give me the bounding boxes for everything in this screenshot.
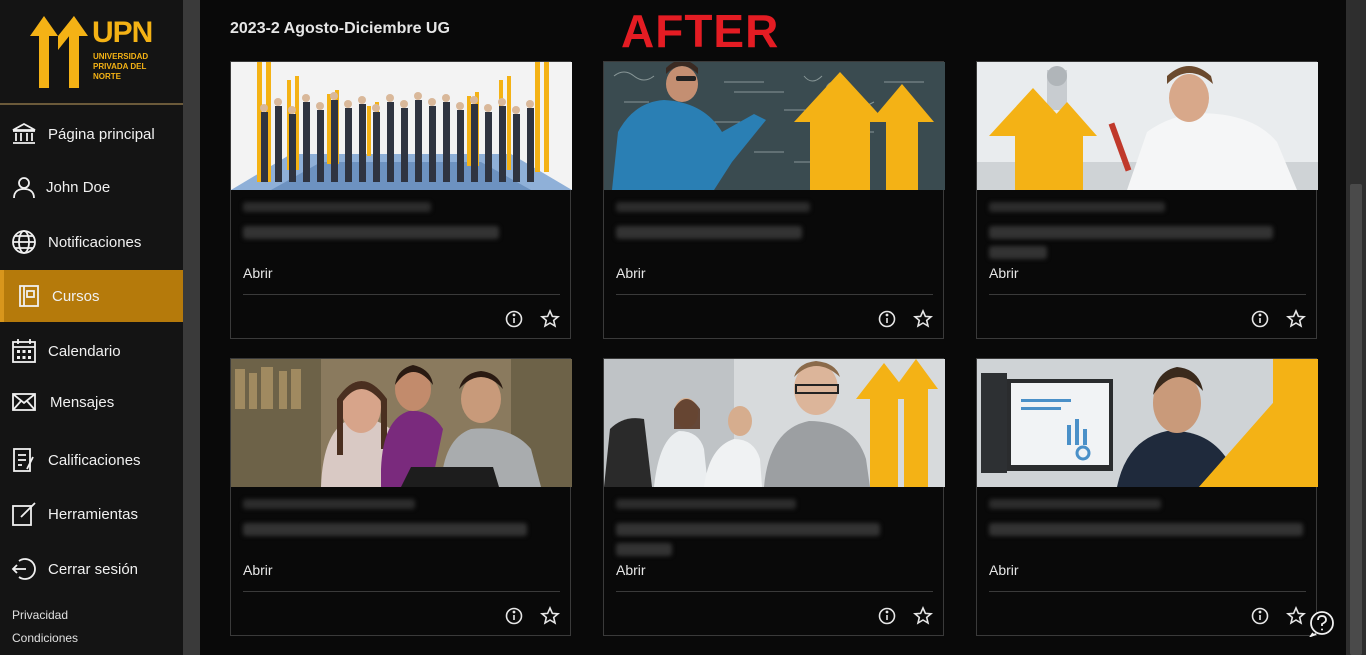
info-icon[interactable] bbox=[505, 310, 523, 328]
open-course-link[interactable]: Abrir bbox=[616, 265, 646, 281]
sidebar-item-label: Página principal bbox=[48, 125, 155, 143]
course-code-redacted bbox=[989, 202, 1165, 212]
course-title-redacted bbox=[989, 523, 1303, 536]
info-icon[interactable] bbox=[1251, 310, 1269, 328]
sidebar-item-tools[interactable]: Herramientas bbox=[0, 490, 183, 538]
logout-icon bbox=[11, 556, 37, 582]
star-icon[interactable] bbox=[539, 309, 561, 329]
course-code-redacted bbox=[243, 202, 431, 212]
sidebar-item-label: Calificaciones bbox=[48, 451, 141, 469]
open-course-link[interactable]: Abrir bbox=[989, 562, 1019, 578]
logo-subtitle: UNIVERSIDAD PRIVADA DEL NORTE bbox=[93, 52, 149, 81]
course-code-redacted bbox=[243, 499, 415, 509]
terms-link[interactable]: Condiciones bbox=[12, 631, 78, 645]
envelope-icon bbox=[11, 389, 37, 415]
sidebar-item-courses[interactable]: Cursos bbox=[0, 270, 183, 322]
business-meeting-photo[interactable] bbox=[604, 359, 945, 487]
sidebar-item-label: Herramientas bbox=[48, 505, 139, 523]
sidebar-item-label: Cursos bbox=[52, 287, 100, 305]
sidebar-item-label: Cerrar sesión bbox=[48, 560, 139, 578]
course-title-redacted bbox=[989, 226, 1273, 239]
sidebar-item-notifications[interactable]: Notificaciones bbox=[0, 218, 183, 266]
after-overlay-label: AFTER bbox=[621, 5, 780, 57]
sidebar-item-messages[interactable]: Mensajes bbox=[0, 378, 183, 426]
courses-icon bbox=[16, 283, 42, 309]
sidebar: UPN UNIVERSIDAD PRIVADA DEL NORTE Página… bbox=[0, 0, 183, 655]
course-card[interactable]: Abrir bbox=[976, 61, 1318, 339]
sidebar-divider bbox=[0, 103, 183, 105]
course-title-redacted bbox=[616, 523, 880, 536]
sidebar-item-label: Mensajes bbox=[50, 393, 115, 411]
card-divider bbox=[243, 294, 560, 295]
course-card[interactable]: Abrir bbox=[603, 358, 945, 636]
open-course-link[interactable]: Abrir bbox=[243, 265, 273, 281]
info-icon[interactable] bbox=[878, 310, 896, 328]
calendar-icon bbox=[11, 338, 37, 364]
students-laptop-photo[interactable] bbox=[231, 359, 572, 487]
scrollbar-thumb[interactable] bbox=[1350, 184, 1362, 655]
course-title-redacted bbox=[243, 226, 499, 239]
sidebar-item-grades[interactable]: Calificaciones bbox=[0, 436, 183, 484]
upn-logo[interactable]: UPN UNIVERSIDAD PRIVADA DEL NORTE bbox=[30, 12, 155, 92]
course-card[interactable]: Abrir bbox=[230, 61, 572, 339]
info-icon[interactable] bbox=[505, 607, 523, 625]
course-code-redacted bbox=[616, 499, 796, 509]
star-icon[interactable] bbox=[539, 606, 561, 626]
electronics-lab-photo[interactable] bbox=[977, 62, 1318, 190]
card-divider bbox=[616, 294, 933, 295]
course-card[interactable]: Abrir bbox=[976, 358, 1318, 636]
chalkboard-math-photo[interactable] bbox=[604, 62, 945, 190]
card-divider bbox=[616, 591, 933, 592]
course-card[interactable]: Abrir bbox=[603, 61, 945, 339]
card-divider bbox=[989, 294, 1306, 295]
open-course-link[interactable]: Abrir bbox=[989, 265, 1019, 281]
star-icon[interactable] bbox=[1285, 606, 1307, 626]
privacy-link[interactable]: Privacidad bbox=[12, 608, 68, 622]
open-course-link[interactable]: Abrir bbox=[243, 562, 273, 578]
active-indicator bbox=[0, 270, 4, 322]
info-icon[interactable] bbox=[1251, 607, 1269, 625]
course-title-redacted bbox=[989, 246, 1047, 259]
card-divider bbox=[243, 591, 560, 592]
course-title-redacted bbox=[243, 523, 527, 536]
open-course-link[interactable]: Abrir bbox=[616, 562, 646, 578]
sidebar-gutter bbox=[183, 0, 200, 655]
course-code-redacted bbox=[616, 202, 810, 212]
star-icon[interactable] bbox=[912, 606, 934, 626]
sidebar-item-label: Calendario bbox=[48, 342, 121, 360]
data-analysis-photo[interactable] bbox=[977, 359, 1318, 487]
sidebar-item-profile[interactable]: John Doe bbox=[0, 163, 183, 211]
logo-text: UPN bbox=[92, 16, 153, 49]
course-title-redacted bbox=[616, 226, 802, 239]
course-title-redacted bbox=[616, 543, 672, 556]
info-icon[interactable] bbox=[878, 607, 896, 625]
course-card[interactable]: Abrir bbox=[230, 358, 572, 636]
star-icon[interactable] bbox=[1285, 309, 1307, 329]
sidebar-item-label: John Doe bbox=[46, 178, 111, 196]
help-icon[interactable] bbox=[1308, 611, 1335, 638]
star-icon[interactable] bbox=[912, 309, 934, 329]
sidebar-item-label: Notificaciones bbox=[48, 233, 142, 251]
edit-icon bbox=[11, 501, 37, 527]
card-divider bbox=[989, 591, 1306, 592]
globe-icon bbox=[11, 229, 37, 255]
institution-icon bbox=[11, 121, 37, 147]
sidebar-item-home[interactable]: Página principal bbox=[0, 110, 183, 158]
sidebar-item-logout[interactable]: Cerrar sesión bbox=[0, 545, 183, 593]
term-title: 2023-2 Agosto-Diciembre UG bbox=[230, 20, 450, 37]
group-of-people-photo[interactable] bbox=[231, 62, 572, 190]
grades-icon bbox=[11, 447, 37, 473]
course-code-redacted bbox=[989, 499, 1161, 509]
user-icon bbox=[11, 174, 37, 200]
sidebar-item-calendar[interactable]: Calendario bbox=[0, 327, 183, 375]
upn-arrows-icon bbox=[30, 16, 88, 88]
